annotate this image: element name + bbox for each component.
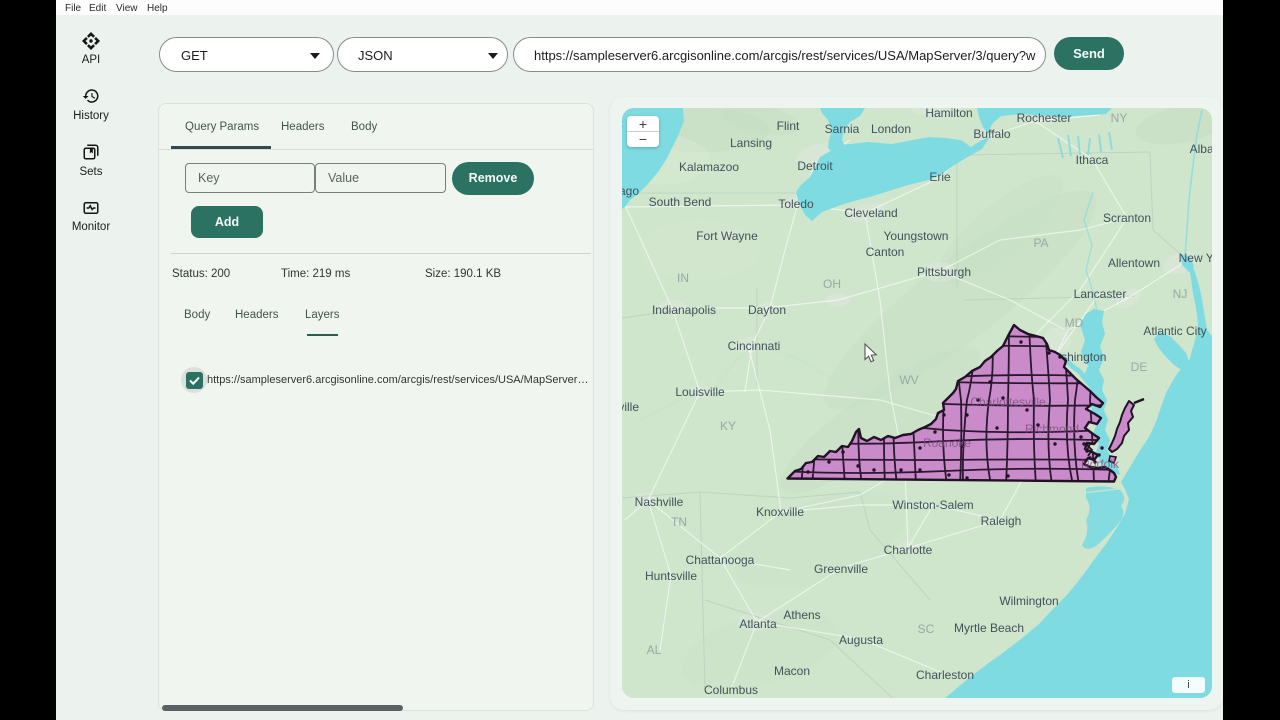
svg-text:Dayton: Dayton: [748, 303, 786, 317]
svg-text:Ithaca: Ithaca: [1076, 153, 1109, 167]
svg-text:Myrtle Beach: Myrtle Beach: [954, 621, 1024, 635]
svg-text:GA: GA: [803, 696, 820, 698]
svg-text:Canton: Canton: [866, 245, 905, 259]
svg-text:Lancaster: Lancaster: [1074, 287, 1127, 301]
svg-text:Lansing: Lansing: [730, 136, 772, 150]
svg-text:Charlottesville: Charlottesville: [970, 395, 1046, 409]
svg-text:Augusta: Augusta: [839, 633, 883, 647]
svg-text:Chattanooga: Chattanooga: [686, 553, 755, 567]
svg-text:Columbus: Columbus: [704, 683, 758, 697]
svg-text:Allentown: Allentown: [1108, 256, 1160, 270]
svg-text:Kalamazoo: Kalamazoo: [679, 160, 739, 174]
svg-text:NJ: NJ: [1173, 287, 1188, 301]
svg-text:Athens: Athens: [783, 608, 820, 622]
svg-text:Winston-Salem: Winston-Salem: [892, 498, 973, 512]
svg-text:Charlotte: Charlotte: [884, 543, 933, 557]
svg-text:Evansville: Evansville: [622, 400, 639, 414]
svg-text:Nashville: Nashville: [635, 495, 684, 509]
svg-text:Cincinnati: Cincinnati: [728, 339, 781, 353]
svg-text:Charleston: Charleston: [916, 668, 974, 682]
svg-text:NY: NY: [1111, 111, 1128, 125]
svg-text:Macon: Macon: [774, 664, 810, 678]
svg-text:Wilmington: Wilmington: [999, 594, 1058, 608]
svg-text:Erie: Erie: [929, 170, 951, 184]
svg-text:DE: DE: [1131, 360, 1148, 374]
svg-text:South Bend: South Bend: [649, 195, 712, 209]
svg-text:Norfolk: Norfolk: [1081, 457, 1120, 471]
svg-text:Scranton: Scranton: [1103, 211, 1151, 225]
svg-text:SC: SC: [918, 622, 935, 636]
svg-text:Cleveland: Cleveland: [844, 206, 897, 220]
svg-text:Huntsville: Huntsville: [645, 569, 697, 583]
svg-text:AL: AL: [647, 643, 662, 657]
svg-text:Atlantic City: Atlantic City: [1143, 324, 1206, 338]
svg-text:Albany: Albany: [1190, 142, 1212, 156]
svg-text:Fort Wayne: Fort Wayne: [696, 229, 758, 243]
svg-text:Louisville: Louisville: [675, 385, 725, 399]
svg-text:Sarnia: Sarnia: [825, 122, 860, 136]
svg-text:London: London: [871, 122, 911, 136]
svg-text:WV: WV: [899, 373, 918, 387]
svg-text:Atlanta: Atlanta: [739, 617, 777, 631]
svg-text:Richmond: Richmond: [1025, 422, 1079, 436]
svg-text:Youngstown: Youngstown: [884, 229, 949, 243]
svg-text:Chicago: Chicago: [622, 184, 639, 198]
svg-text:Toledo: Toledo: [778, 197, 814, 211]
svg-text:MD: MD: [1065, 316, 1084, 330]
svg-text:Flint: Flint: [777, 119, 800, 133]
svg-text:OH: OH: [823, 277, 841, 291]
svg-text:Indianapolis: Indianapolis: [652, 303, 716, 317]
svg-text:Rochester: Rochester: [1017, 111, 1072, 125]
svg-text:Greenville: Greenville: [814, 562, 868, 576]
svg-text:Knoxville: Knoxville: [756, 505, 804, 519]
svg-text:Hamilton: Hamilton: [925, 108, 972, 120]
svg-text:Roanoke: Roanoke: [923, 436, 971, 450]
svg-text:KY: KY: [720, 419, 736, 433]
svg-text:Buffalo: Buffalo: [973, 127, 1010, 141]
svg-text:New York: New York: [1179, 251, 1212, 265]
svg-text:Detroit: Detroit: [797, 159, 833, 173]
svg-text:IN: IN: [677, 271, 689, 285]
svg-text:Pittsburgh: Pittsburgh: [917, 265, 971, 279]
svg-text:PA: PA: [1033, 236, 1048, 250]
svg-text:TN: TN: [671, 515, 687, 529]
svg-text:Raleigh: Raleigh: [981, 514, 1022, 528]
